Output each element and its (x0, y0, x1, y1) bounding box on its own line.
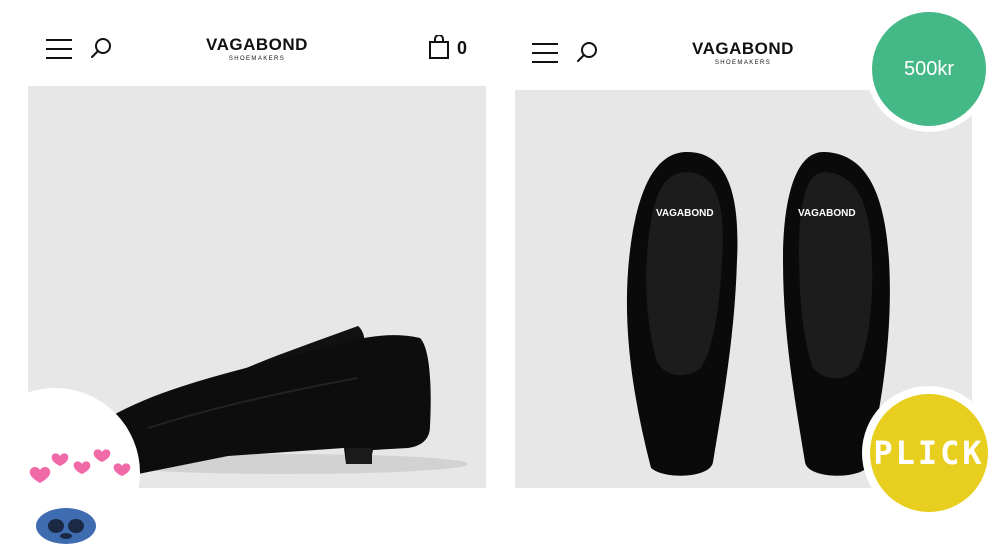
brand-logo[interactable]: VAGABOND SHOEMAKERS (658, 39, 828, 67)
brand-name: VAGABOND (206, 35, 308, 54)
hamburger-menu-icon[interactable] (46, 39, 72, 59)
insole-logo-left: VAGABOND (656, 208, 714, 219)
plick-badge[interactable]: PLICK (862, 386, 996, 520)
brand-tagline: SHOEMAKERS (714, 60, 772, 66)
cart-count[interactable]: 0 (457, 38, 467, 59)
insole-logo-right: VAGABOND (798, 208, 856, 219)
shopping-bag-icon[interactable] (428, 34, 450, 59)
hearts-sticker-icon (29, 449, 131, 544)
search-icon[interactable] (576, 40, 600, 64)
plick-label: PLICK (870, 394, 988, 512)
price-label: 500kr (872, 12, 986, 126)
hamburger-menu-icon[interactable] (532, 43, 558, 63)
price-badge: 500kr (866, 6, 992, 132)
brand-logo[interactable]: VAGABOND SHOEMAKERS (172, 35, 342, 63)
brand-tagline: SHOEMAKERS (228, 56, 286, 62)
search-icon[interactable] (90, 36, 114, 60)
brand-name: VAGABOND (692, 39, 794, 58)
left-screenshot-panel: VAGABOND SHOEMAKERS 0 (0, 0, 500, 558)
